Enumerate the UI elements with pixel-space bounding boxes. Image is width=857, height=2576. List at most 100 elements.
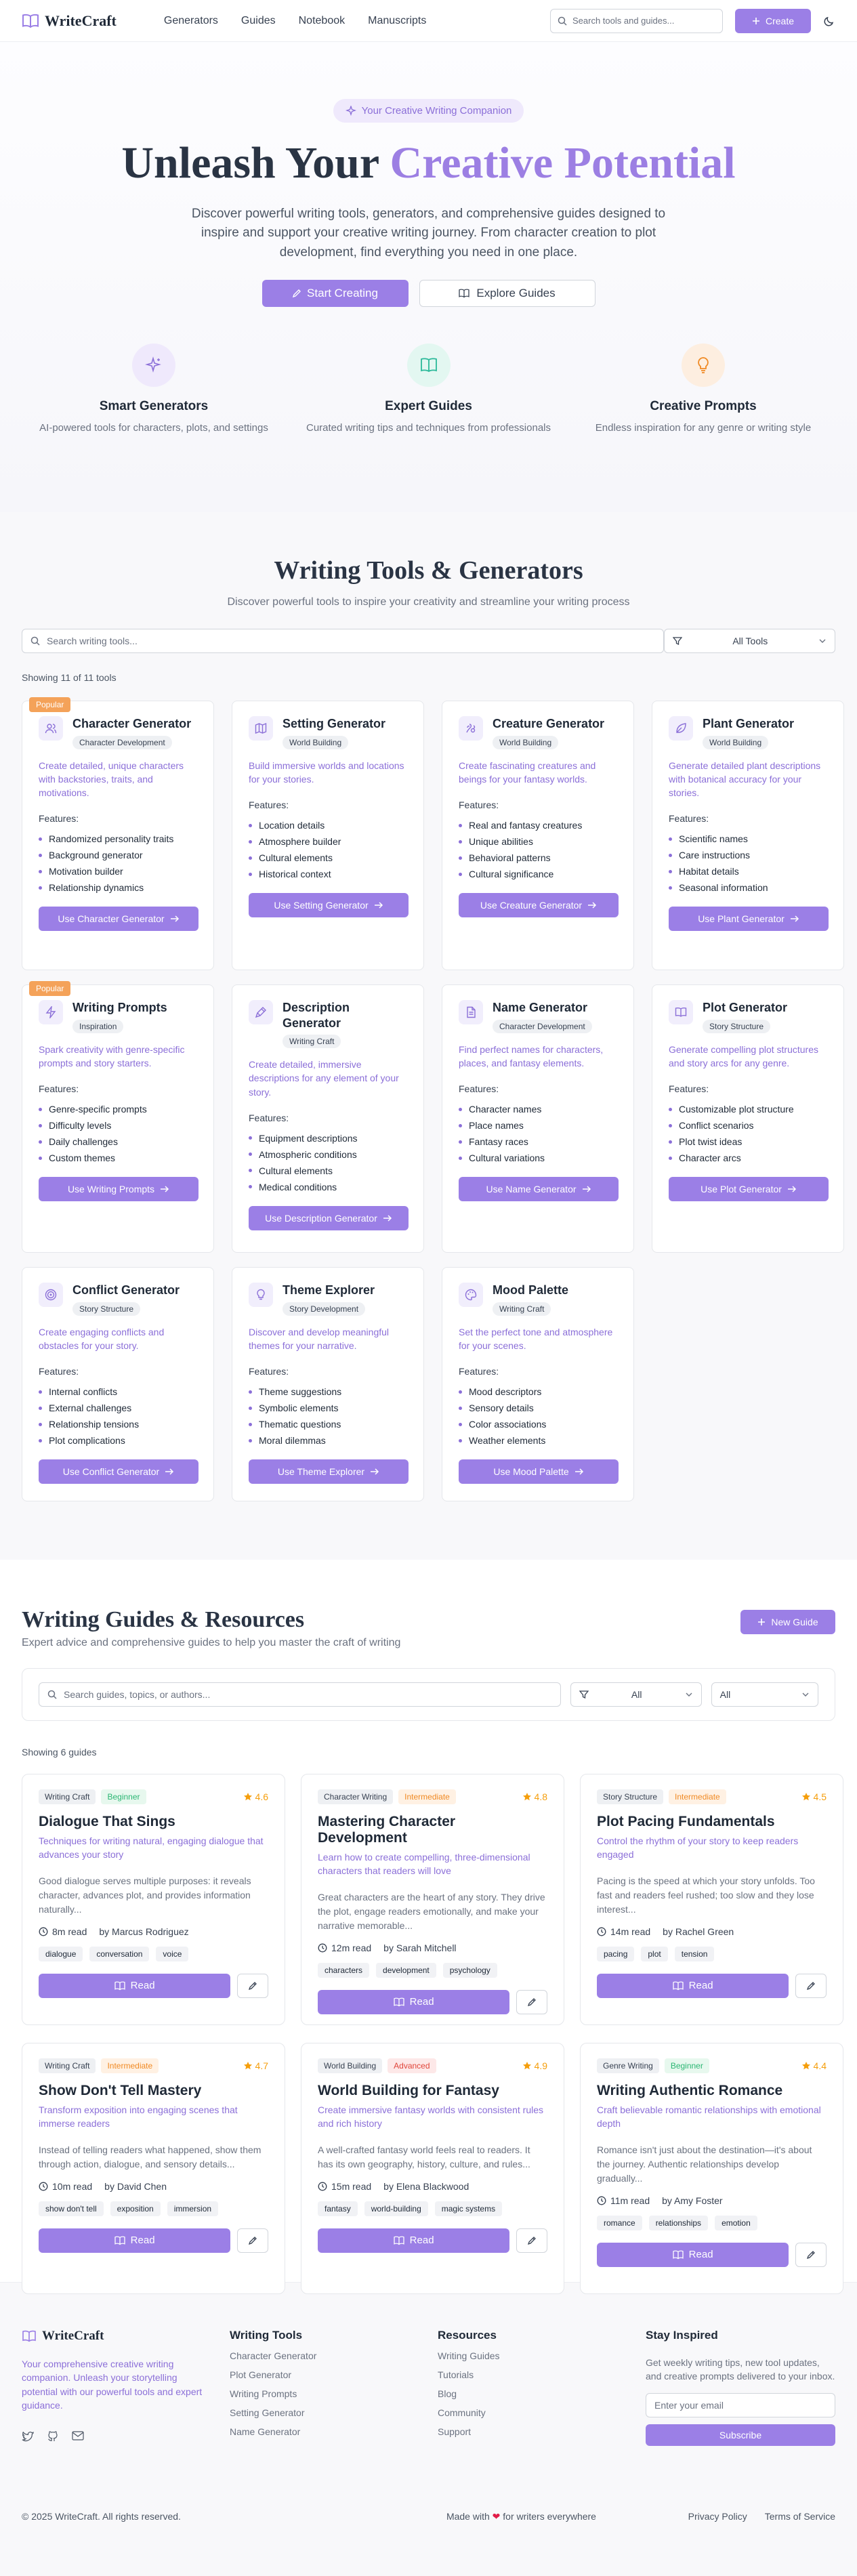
guide-category: Writing Craft [39,1789,96,1804]
use-tool-button[interactable]: Use Plant Generator [669,907,829,932]
guides-category-select[interactable]: All [570,1682,702,1707]
use-tool-button[interactable]: Use Plot Generator [669,1177,829,1202]
guide-keyword[interactable]: exposition [110,2201,161,2216]
github-icon[interactable] [47,2431,58,2442]
tools-category-select[interactable]: All Tools [663,629,835,653]
guide-keyword[interactable]: romance [597,2215,642,2230]
nav-guides[interactable]: Guides [241,15,276,27]
read-guide-button[interactable]: Read [39,2228,231,2253]
tool-category-tag: Story Development [283,1302,366,1316]
edit-guide-button[interactable] [795,2242,827,2267]
terms-link[interactable]: Terms of Service [765,2511,835,2522]
guide-keyword[interactable]: fantasy [318,2201,358,2216]
edit-guide-button[interactable] [237,2228,268,2253]
nav-generators[interactable]: Generators [164,15,218,27]
footer-link[interactable]: Support [438,2426,646,2437]
arrow-right-icon [587,901,597,909]
footer-link[interactable]: Community [438,2407,646,2418]
guide-title[interactable]: Dialogue That Sings [39,1814,268,1830]
use-tool-button[interactable]: Use Creature Generator [459,893,619,918]
use-tool-button[interactable]: Use Character Generator [39,907,198,932]
footer-link[interactable]: Tutorials [438,2369,646,2380]
create-button[interactable]: Create [735,8,811,33]
guide-keyword[interactable]: emotion [715,2215,757,2230]
guide-keyword[interactable]: dialogue [39,1946,83,1961]
guide-title[interactable]: World Building for Fantasy [318,2083,547,2099]
edit-guide-button[interactable] [795,1973,827,1998]
use-tool-button[interactable]: Use Description Generator [249,1205,409,1230]
guides-search-input[interactable]: Search guides, topics, or authors... [39,1682,561,1707]
nav-notebook[interactable]: Notebook [299,15,346,27]
edit-guide-button[interactable] [516,2228,547,2253]
guide-keyword[interactable]: characters [318,1962,370,1978]
edit-guide-button[interactable] [237,1973,268,1998]
new-guide-button[interactable]: New Guide [740,1610,835,1634]
footer-link[interactable]: Blog [438,2388,646,2399]
guide-card-plot-pacing-fundamentals: Story Structure Intermediate 4.5 Plot Pa… [580,1774,843,2025]
guide-keyword[interactable]: development [376,1962,436,1978]
use-tool-button[interactable]: Use Theme Explorer [249,1459,409,1484]
brand-logo[interactable]: WriteCraft [22,12,117,30]
nav-manuscripts[interactable]: Manuscripts [368,15,426,27]
tool-feature: Scientific names [669,831,827,847]
start-creating-button[interactable]: Start Creating [262,280,409,308]
privacy-link[interactable]: Privacy Policy [688,2511,747,2522]
footer-link[interactable]: Character Generator [230,2350,438,2361]
guide-actions: Read [597,2242,827,2267]
guides-level-select[interactable]: All [711,1682,818,1707]
footer-link[interactable]: Writing Guides [438,2350,646,2361]
tool-card-conflict-generator: Conflict Generator Story Structure Creat… [22,1267,214,1501]
mail-icon[interactable] [72,2431,84,2442]
guide-rating-value: 4.5 [813,1791,827,1802]
tool-card-heading: Name Generator Character Development [493,1000,592,1033]
footer-link[interactable]: Name Generator [230,2426,438,2437]
moon-icon[interactable] [823,15,835,27]
read-guide-button[interactable]: Read [597,1973,789,1998]
subscribe-button[interactable]: Subscribe [646,2424,835,2446]
guide-keyword[interactable]: pacing [597,1946,635,1961]
read-guide-button[interactable]: Read [318,1989,510,2014]
footer-link[interactable]: Setting Generator [230,2407,438,2418]
use-tool-button[interactable]: Use Conflict Generator [39,1459,198,1484]
use-tool-button[interactable]: Use Writing Prompts [39,1177,198,1202]
read-guide-button[interactable]: Read [39,1973,231,1998]
guide-keyword[interactable]: world-building [364,2201,428,2216]
edit-guide-button[interactable] [516,1989,547,2014]
use-tool-button[interactable]: Use Name Generator [459,1177,619,1202]
header-search-input[interactable]: Search tools and guides... [550,8,723,33]
guide-keyword[interactable]: conversation [89,1946,150,1961]
guide-title[interactable]: Show Don't Tell Mastery [39,2083,268,2099]
tool-feature: Cultural significance [459,866,617,882]
twitter-icon[interactable] [22,2431,34,2442]
newsletter-email-input[interactable]: Enter your email [646,2392,835,2417]
read-guide-button[interactable]: Read [597,2242,789,2267]
tool-description: Build immersive worlds and locations for… [249,760,404,785]
guide-keywords: show don't tell exposition immersion [39,2201,268,2216]
explore-guides-button[interactable]: Explore Guides [419,280,595,308]
guide-title[interactable]: Mastering Character Development [318,1814,547,1846]
guide-keyword[interactable]: voice [156,1946,189,1961]
guide-title[interactable]: Plot Pacing Fundamentals [597,1814,827,1830]
target-icon [39,1283,63,1307]
use-tool-button[interactable]: Use Setting Generator [249,893,409,918]
guide-keyword[interactable]: plot [641,1946,668,1961]
tools-search-input[interactable]: Search writing tools... [22,629,664,653]
guide-tags: Writing Craft Beginner 4.6 [39,1789,268,1804]
hero-paragraph: Discover powerful writing tools, generat… [191,206,666,259]
tool-feature: Medical conditions [249,1179,407,1195]
tool-description: Create fascinating creatures and beings … [459,760,596,785]
guide-keyword[interactable]: magic systems [434,2201,503,2216]
guide-keyword[interactable]: psychology [442,1962,497,1978]
footer-link[interactable]: Writing Prompts [230,2388,438,2399]
guide-keyword[interactable]: tension [674,1946,715,1961]
read-guide-button[interactable]: Read [318,2228,510,2253]
guide-keyword[interactable]: immersion [167,2201,219,2216]
footer-link[interactable]: Plot Generator [230,2369,438,2380]
book-icon [673,1981,684,1991]
features-label: Features: [669,813,709,825]
use-tool-button[interactable]: Use Mood Palette [459,1459,619,1484]
guide-keyword[interactable]: show don't tell [39,2201,104,2216]
guide-keyword[interactable]: relationships [648,2215,709,2230]
footer-logo[interactable]: WriteCraft [22,2329,230,2344]
guide-title[interactable]: Writing Authentic Romance [597,2083,827,2099]
